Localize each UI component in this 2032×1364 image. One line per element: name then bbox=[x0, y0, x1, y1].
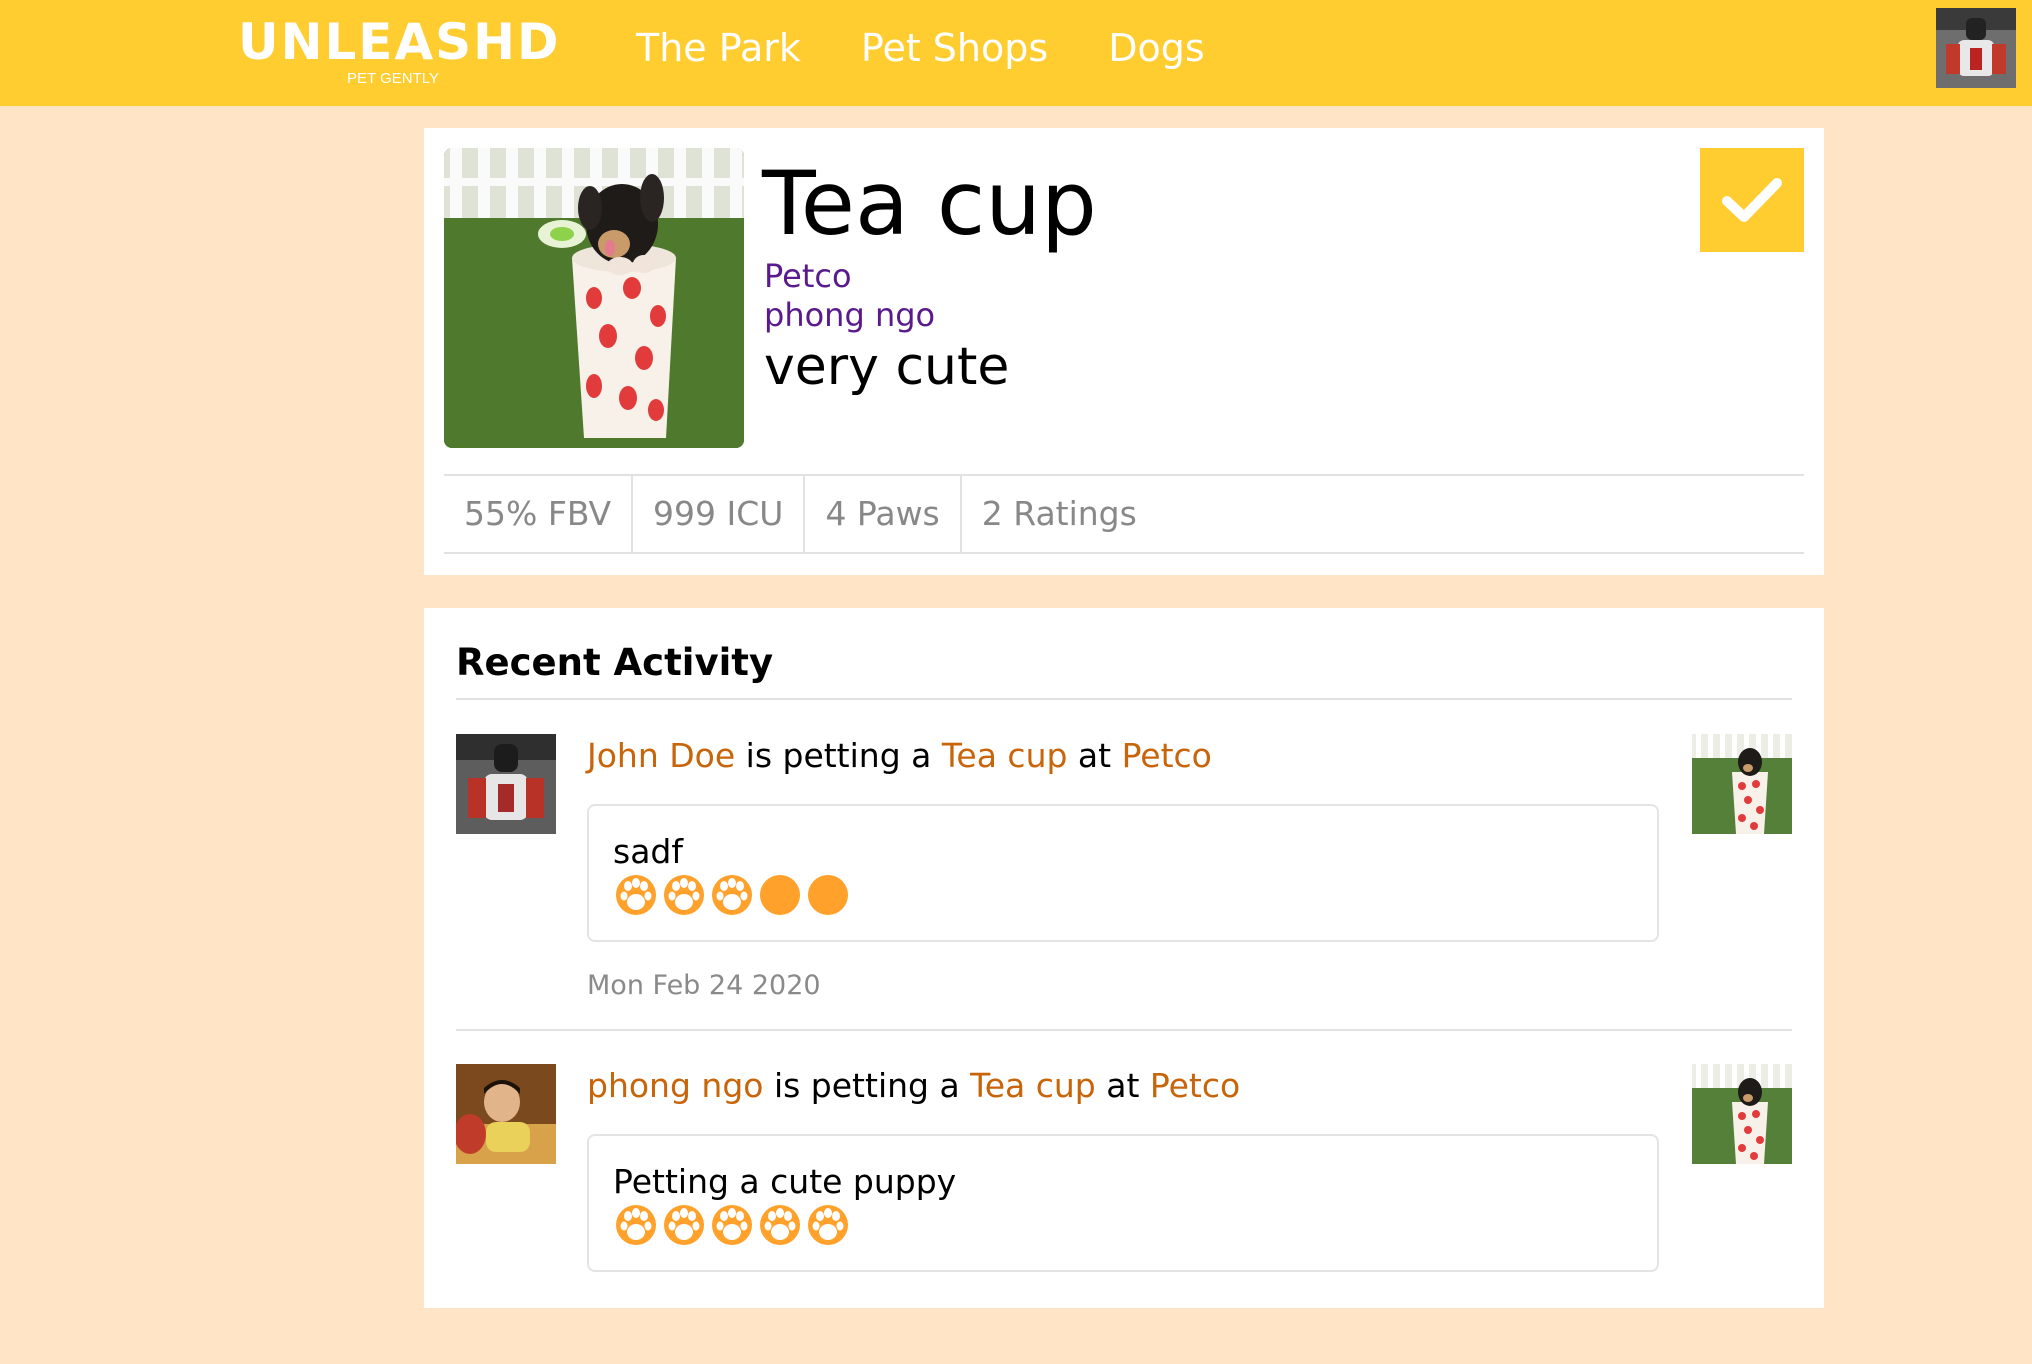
paw-icon bbox=[616, 875, 656, 915]
entry-date: Mon Feb 24 2020 bbox=[587, 970, 821, 1001]
entry-shop-link[interactable]: Petco bbox=[1122, 736, 1212, 775]
pet-check-button[interactable] bbox=[1700, 148, 1804, 252]
paw-icon bbox=[664, 875, 704, 915]
nav-link-dogs[interactable]: Dogs bbox=[1108, 22, 1204, 74]
entry-dog-thumbnail[interactable] bbox=[1692, 1064, 1792, 1164]
paw-icon bbox=[712, 875, 752, 915]
entry-dog-link[interactable]: Tea cup bbox=[970, 1066, 1096, 1105]
dog-photo bbox=[444, 148, 744, 448]
entry-summary: phong ngo is petting a Tea cup at Petco bbox=[587, 1064, 1240, 1108]
stat-fbv: 55% FBV bbox=[444, 476, 634, 552]
paw-icon bbox=[664, 1205, 704, 1245]
review-text: sadf bbox=[613, 832, 683, 871]
entry-shop-link[interactable]: Petco bbox=[1150, 1066, 1240, 1105]
dog-shop-link[interactable]: Petco bbox=[764, 256, 852, 296]
entry-summary: John Doe is petting a Tea cup at Petco bbox=[587, 734, 1212, 778]
entry-user-link[interactable]: John Doe bbox=[587, 736, 735, 775]
paw-icon bbox=[616, 1205, 656, 1245]
stat-ratings: 2 Ratings bbox=[981, 494, 1137, 533]
recent-activity-card: Recent Activity John Doe is petting a Te… bbox=[424, 608, 1824, 1308]
paw-icon bbox=[760, 1205, 800, 1245]
activity-entry: phong ngo is petting a Tea cup at Petco … bbox=[456, 1064, 1792, 1364]
entry-verb: is petting a bbox=[763, 1066, 971, 1105]
brand-name: UNLEASHD bbox=[238, 13, 561, 71]
nav-links: The Park Pet Shops Dogs bbox=[636, 22, 1205, 74]
recent-activity-heading: Recent Activity bbox=[456, 641, 774, 684]
paw-icon bbox=[808, 1205, 848, 1245]
entry-user-avatar[interactable] bbox=[456, 1064, 556, 1164]
entry-prep: at bbox=[1067, 736, 1122, 775]
heading-divider bbox=[456, 698, 1792, 700]
paw-rating bbox=[615, 874, 849, 916]
review-box: Petting a cute puppy bbox=[587, 1134, 1659, 1272]
entry-prep: at bbox=[1095, 1066, 1150, 1105]
review-box: sadf bbox=[587, 804, 1659, 942]
entry-user-link[interactable]: phong ngo bbox=[587, 1066, 763, 1105]
dog-name: Tea cup bbox=[762, 152, 1097, 255]
paw-rating bbox=[615, 1204, 849, 1246]
activity-entry: John Doe is petting a Tea cup at Petco s… bbox=[456, 734, 1792, 1034]
user-avatar[interactable] bbox=[1936, 8, 2016, 88]
dog-description: very cute bbox=[764, 337, 1010, 397]
dog-owner-link[interactable]: phong ngo bbox=[764, 295, 935, 335]
entry-divider bbox=[456, 1029, 1792, 1031]
circle-icon bbox=[808, 875, 848, 915]
dog-stats-bar: 55% FBV 999 ICU 4 Paws 2 Ratings bbox=[444, 474, 1804, 554]
check-icon bbox=[1722, 178, 1782, 222]
brand-tagline: PET GENTLY bbox=[347, 70, 439, 87]
paw-icon bbox=[712, 1205, 752, 1245]
review-text: Petting a cute puppy bbox=[613, 1162, 957, 1201]
nav-link-the-park[interactable]: The Park bbox=[636, 22, 801, 74]
circle-icon bbox=[760, 875, 800, 915]
entry-dog-link[interactable]: Tea cup bbox=[942, 736, 1068, 775]
entry-verb: is petting a bbox=[735, 736, 942, 775]
stat-paws: 4 Paws bbox=[805, 476, 962, 552]
nav-link-pet-shops[interactable]: Pet Shops bbox=[861, 22, 1048, 74]
entry-user-avatar[interactable] bbox=[456, 734, 556, 834]
stat-icu: 999 ICU bbox=[633, 476, 806, 552]
dog-profile-card: Tea cup Petco phong ngo very cute 55% FB… bbox=[424, 128, 1824, 575]
brand-logo[interactable]: UNLEASHD PET GENTLY bbox=[238, 13, 561, 88]
top-navbar: UNLEASHD PET GENTLY The Park Pet Shops D… bbox=[0, 0, 2032, 106]
entry-dog-thumbnail[interactable] bbox=[1692, 734, 1792, 834]
